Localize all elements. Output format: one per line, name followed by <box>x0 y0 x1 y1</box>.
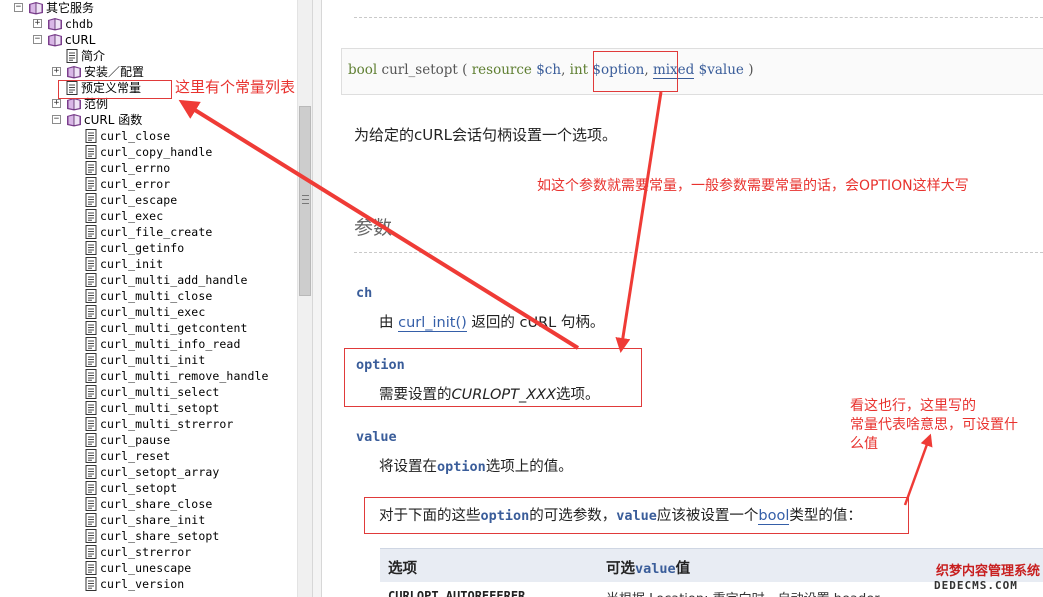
annotation-arrows <box>178 91 933 506</box>
arrow-to-option <box>615 91 663 353</box>
arrow-to-constants <box>178 99 580 350</box>
arrow-from-note <box>903 433 933 506</box>
watermark-title: 织梦内容管理系统 <box>936 564 1041 579</box>
watermark-url: DEDECMS.COM <box>934 579 1018 592</box>
watermark: 织梦内容管理系统 DEDECMS.COM <box>928 558 1043 597</box>
